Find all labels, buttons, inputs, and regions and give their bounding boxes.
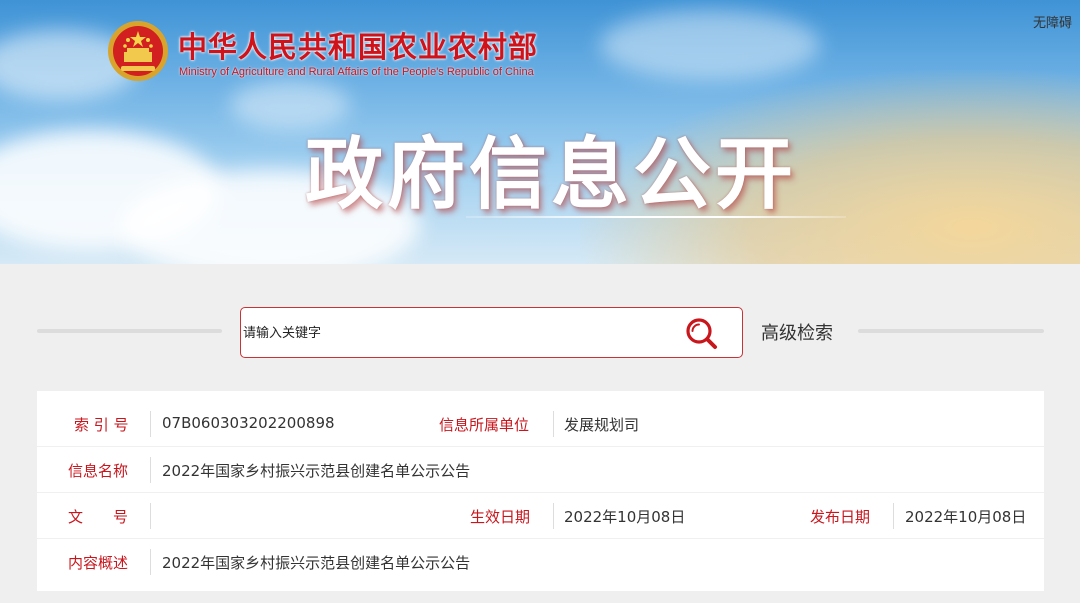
publish-date-value: 2022年10月08日 <box>905 508 1027 526</box>
advanced-search-link[interactable]: 高级检索 <box>761 319 833 345</box>
divider <box>150 457 151 483</box>
publish-date-label: 发布日期 <box>810 508 871 526</box>
divider <box>553 503 554 529</box>
ministry-name-en[interactable]: Ministry of Agriculture and Rural Affair… <box>179 66 534 78</box>
effective-date-label: 生效日期 <box>470 508 531 526</box>
effective-date-value: 2022年10月08日 <box>564 508 686 526</box>
divider <box>37 329 222 333</box>
index-number-value: 07B060303202200898 <box>162 414 335 432</box>
department-value: 发展规划司 <box>564 416 640 434</box>
divider <box>150 411 151 437</box>
divider <box>150 549 151 575</box>
divider <box>150 503 151 529</box>
search-icon[interactable] <box>684 316 720 352</box>
info-title-value: 2022年国家乡村振兴示范县创建名单公示公告 <box>162 462 471 480</box>
page-title: 政府信息公开 <box>305 130 798 220</box>
title-underline <box>466 216 846 218</box>
summary-value: 2022年国家乡村振兴示范县创建名单公示公告 <box>162 554 471 572</box>
accessibility-link[interactable]: 无障碍 <box>1033 12 1072 31</box>
divider <box>893 503 894 529</box>
search-input[interactable] <box>243 318 663 348</box>
table-row: 信息名称 2022年国家乡村振兴示范县创建名单公示公告 <box>37 447 1044 493</box>
document-info-table: 索 引 号 07B060303202200898 信息所属单位 发展规划司 信息… <box>37 391 1044 591</box>
department-label: 信息所属单位 <box>439 416 530 434</box>
header-banner: 中华人民共和国农业农村部 Ministry of Agriculture and… <box>0 0 1080 264</box>
ministry-name-cn[interactable]: 中华人民共和国农业农村部 <box>178 24 538 66</box>
search-area: 高级检索 <box>0 264 1080 386</box>
info-title-label: 信息名称 <box>68 462 129 480</box>
national-emblem-icon[interactable] <box>107 20 169 82</box>
divider <box>858 329 1044 333</box>
index-number-label: 索 引 号 <box>74 416 129 434</box>
table-row: 内容概述 2022年国家乡村振兴示范县创建名单公示公告 <box>37 539 1044 585</box>
table-row: 索 引 号 07B060303202200898 信息所属单位 发展规划司 <box>37 401 1044 447</box>
summary-label: 内容概述 <box>68 554 129 572</box>
divider <box>553 411 554 437</box>
document-number-label: 文 号 <box>68 508 129 526</box>
table-row: 文 号 生效日期 2022年10月08日 发布日期 2022年10月08日 <box>37 493 1044 539</box>
search-box <box>240 307 743 358</box>
